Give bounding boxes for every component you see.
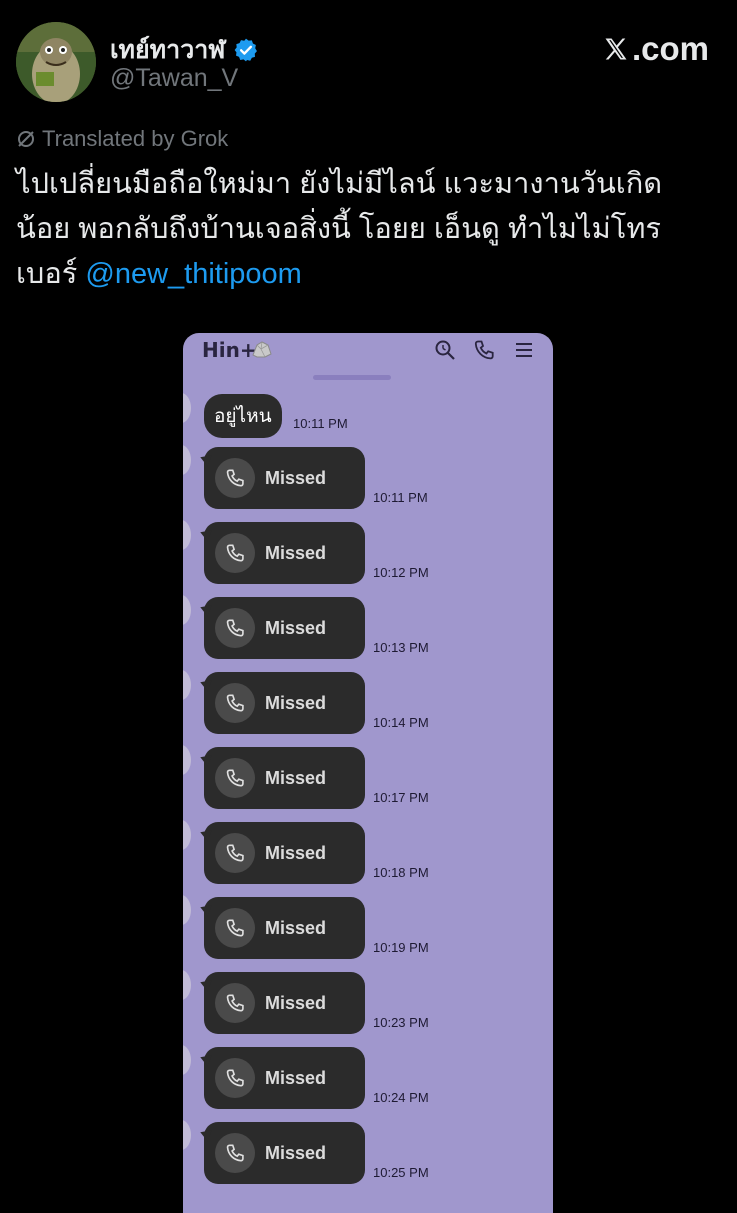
missed-call-time: 10:23 PM	[373, 1015, 429, 1030]
missed-call-time: 10:11 PM	[373, 490, 428, 505]
missed-call-card[interactable]: Missed	[204, 1047, 365, 1109]
contact-avatar	[183, 445, 191, 475]
contact-avatar	[183, 745, 191, 775]
missed-call-time: 10:14 PM	[373, 715, 429, 730]
missed-call-label: Missed	[265, 993, 327, 1013]
phone-icon[interactable]	[473, 339, 495, 361]
search-icon[interactable]	[434, 339, 456, 361]
phone-missed-icon	[215, 1058, 255, 1098]
missed-call-card[interactable]: Missed	[204, 597, 365, 659]
missed-call-card[interactable]: Missed	[204, 747, 365, 809]
brand-domain: .com	[631, 30, 709, 67]
missed-call-time: 10:12 PM	[373, 565, 429, 580]
missed-call-card[interactable]: Missed	[204, 672, 365, 734]
contact-avatar	[183, 1120, 191, 1150]
phone-missed-icon	[215, 608, 255, 648]
missed-call-card[interactable]: Missed	[204, 897, 365, 959]
contact-avatar	[183, 670, 191, 700]
missed-call-label: Missed	[265, 693, 327, 713]
rock-emoji-icon	[252, 341, 272, 358]
chat-title: Hin+	[202, 338, 257, 362]
phone-missed-icon	[215, 833, 255, 873]
translation-label[interactable]: Translated by Grok	[16, 126, 228, 152]
phone-missed-icon	[215, 1133, 255, 1173]
missed-call-time: 10:13 PM	[373, 640, 429, 655]
missed-call-card[interactable]: Missed	[204, 447, 365, 509]
chat-screenshot[interactable]: Hin+ อยู่ไหน 10:11 PM Missed 10:11 PM Miss…	[183, 333, 553, 1213]
contact-avatar	[183, 1045, 191, 1075]
menu-icon[interactable]	[513, 339, 535, 361]
tweet-text: ไปเปลี่ยนมือถือใหม่มา ยังไม่มีไลน์ แวะมา…	[16, 162, 716, 297]
message-time: 10:11 PM	[293, 416, 348, 431]
missed-call-label: Missed	[265, 1143, 327, 1163]
phone-missed-icon	[215, 908, 255, 948]
missed-call-card[interactable]: Missed	[204, 972, 365, 1034]
x-icon	[605, 38, 627, 60]
tweet-line-1: ไปเปลี่ยนมือถือใหม่มา ยังไม่มีไลน์ แวะมา…	[16, 168, 663, 200]
phone-missed-icon	[215, 533, 255, 573]
handle[interactable]: @Tawan_V	[110, 64, 238, 93]
missed-call-time: 10:17 PM	[373, 790, 429, 805]
missed-call-time: 10:18 PM	[373, 865, 429, 880]
phone-missed-icon	[215, 458, 255, 498]
missed-call-time: 10:19 PM	[373, 940, 429, 955]
missed-call-card[interactable]: Missed	[204, 522, 365, 584]
message-bubble[interactable]: อยู่ไหน	[204, 394, 282, 438]
avatar[interactable]	[16, 22, 96, 102]
contact-avatar	[183, 595, 191, 625]
missed-call-label: Missed	[265, 918, 327, 938]
phone-missed-icon	[215, 983, 255, 1023]
phone-missed-icon	[215, 758, 255, 798]
contact-avatar	[183, 820, 191, 850]
missed-call-label: Missed	[265, 768, 327, 788]
chat-header: Hin+	[183, 333, 553, 367]
translated-text: Translated by Grok	[42, 126, 229, 151]
mention-link[interactable]: @new_thitipoom	[85, 258, 301, 290]
missed-call-time: 10:25 PM	[373, 1165, 429, 1180]
contact-avatar	[183, 393, 191, 423]
tweet-line-3: เบอร์ @new_thitipoom	[16, 252, 716, 297]
missed-call-label: Missed	[265, 468, 327, 488]
contact-avatar	[183, 970, 191, 1000]
scroll-indicator	[313, 375, 391, 380]
phone-missed-icon	[215, 683, 255, 723]
x-logo[interactable]: .com	[602, 30, 709, 68]
missed-call-label: Missed	[265, 1068, 327, 1088]
missed-call-time: 10:24 PM	[373, 1090, 429, 1105]
tweet-line-3-text: เบอร์	[16, 258, 86, 290]
tweet-line-2: น้อย พอกลับถึงบ้านเจอสิ่งนี้ โอยย เอ็นดู…	[16, 213, 662, 245]
missed-call-label: Missed	[265, 543, 327, 563]
missed-call-card[interactable]: Missed	[204, 822, 365, 884]
missed-call-label: Missed	[265, 618, 327, 638]
verified-badge-icon	[234, 38, 258, 62]
missed-call-label: Missed	[265, 843, 327, 863]
contact-avatar	[183, 895, 191, 925]
missed-call-card[interactable]: Missed	[204, 1122, 365, 1184]
grok-icon	[18, 131, 34, 147]
contact-avatar	[183, 520, 191, 550]
